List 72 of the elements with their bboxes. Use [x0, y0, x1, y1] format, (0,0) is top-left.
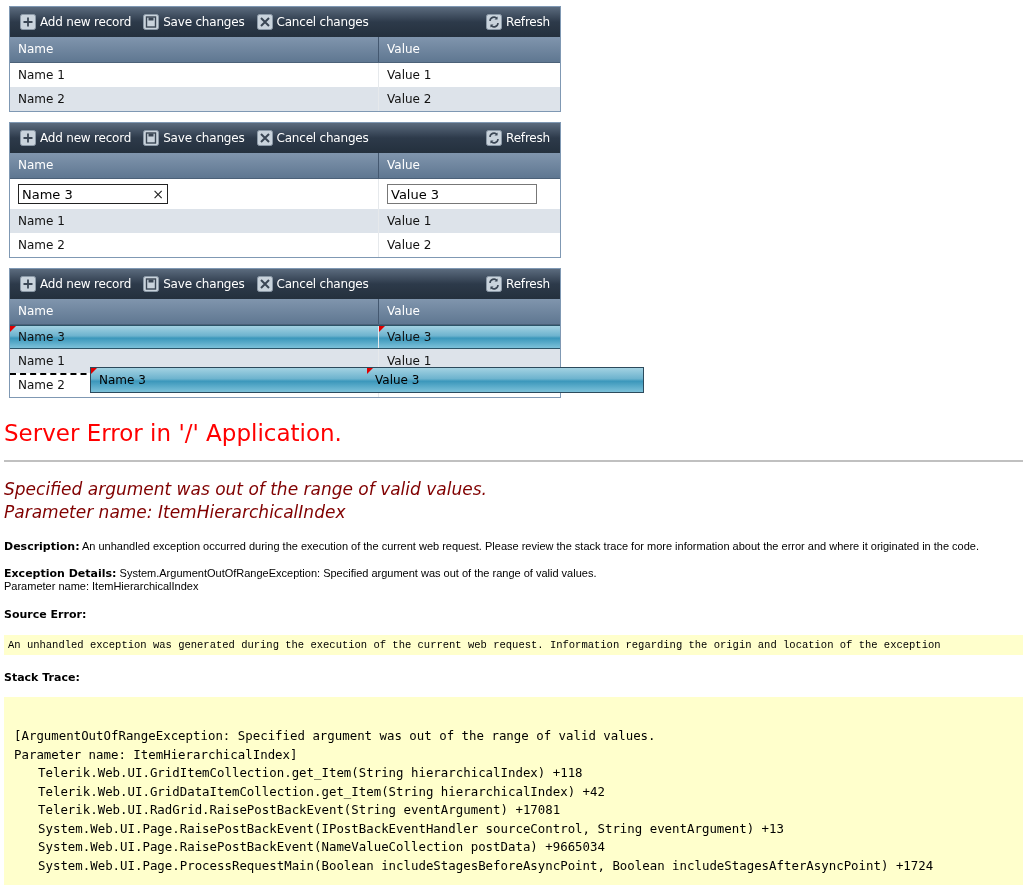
- error-message: Specified argument was out of the range of valid values.: [4, 478, 488, 501]
- edited-corner-icon: [379, 326, 385, 332]
- section-heading: Stack Trace:: [4, 671, 81, 684]
- column-header[interactable]: Name: [10, 299, 379, 324]
- cell-text: Value 2: [387, 238, 432, 252]
- error-message: Parameter name: ItemHierarchicalIndex: [4, 501, 347, 524]
- edited-corner-icon: [10, 326, 16, 332]
- stack-trace-line: Telerik.Web.UI.GridDataItemCollection.get_Item(String hierarchicalIndex) +42: [37, 782, 606, 801]
- plus-icon: [20, 14, 36, 30]
- floppy-disk-icon: [143, 130, 160, 146]
- toolbar-button[interactable]: Add new record: [18, 128, 134, 148]
- cell-text: Value 2: [387, 92, 432, 106]
- cell-text: Value 3: [387, 330, 432, 344]
- stack-trace-line: [ArgumentOutOfRangeException: Specified argument was out of the range of valid values.: [14, 727, 657, 745]
- cell-text: Value 1: [387, 68, 432, 82]
- toolbar-button[interactable]: Save changes: [141, 12, 247, 32]
- refresh-icon: [486, 130, 503, 146]
- toolbar-button[interactable]: Add new record: [18, 12, 134, 32]
- column-header[interactable]: Name: [10, 37, 379, 62]
- stack-trace-line: System.Web.UI.Page.ProcessRequestMain(Boolean includeStagesBeforeAsyncPoint, Boolean includeStagesAfterAsyncPoint) +1724: [37, 856, 935, 875]
- toolbar-button[interactable]: Cancel changes: [254, 12, 371, 32]
- refresh-button[interactable]: Refresh: [484, 12, 552, 32]
- stack-trace-line: System.Web.UI.Page.RaisePostBackEvent(IPostBackEventHandler sourceControl, String eventArgument) +13: [37, 819, 785, 838]
- column-header[interactable]: Value: [379, 153, 560, 178]
- cell-text: Name 2: [18, 92, 65, 106]
- toolbar-button[interactable]: Add new record: [18, 274, 134, 294]
- close-icon: [256, 14, 273, 30]
- description-text: Description: An unhandled exception occurred during the execution of the current web request. Please review the stack trace for more information about the error and where it originated in the code.: [4, 540, 981, 553]
- stack-trace-line: Parameter name: ItemHierarchicalIndex]: [14, 745, 299, 764]
- column-header[interactable]: Name: [10, 153, 379, 178]
- toolbar-button[interactable]: Cancel changes: [254, 274, 371, 294]
- cell-text: Name 1: [18, 354, 65, 368]
- refresh-icon: [486, 14, 503, 30]
- source-error-text: An unhandled exception was generated during the execution of the current web request. Information regarding the origin and location of the exception: [8, 639, 941, 651]
- refresh-icon: [486, 276, 503, 292]
- grid-row[interactable]: Name 2 Value 2: [10, 87, 560, 111]
- exception-details-text: Parameter name: ItemHierarchicalIndex: [4, 580, 200, 592]
- grid-row[interactable]: Name 1 Value 1: [10, 209, 560, 233]
- cell-text: Name 2: [18, 378, 65, 392]
- stack-trace-line: Telerik.Web.UI.GridItemCollection.get_Item(String hierarchicalIndex) +118: [37, 764, 584, 782]
- refresh-button[interactable]: Refresh: [484, 128, 552, 148]
- toolbar-button[interactable]: Save changes: [141, 128, 247, 148]
- toolbar-button[interactable]: Cancel changes: [254, 128, 371, 148]
- edited-corner-icon: [91, 368, 97, 374]
- stack-trace-line: Telerik.Web.UI.RadGrid.RaisePostBackEvent(String eventArgument) +17081: [37, 801, 562, 819]
- plus-icon: [20, 130, 36, 146]
- dragged-row-tooltip[interactable]: Name 3 Value 3: [90, 367, 644, 393]
- close-icon: [256, 276, 273, 292]
- exception-details-text: Exception Details: System.ArgumentOutOfRangeException: Specified argument was out of the range of valid values.: [4, 567, 598, 580]
- selected-row[interactable]: Name 3 Value 3: [10, 325, 560, 349]
- column-header[interactable]: Value: [379, 299, 560, 324]
- input-field[interactable]: Value 3: [387, 184, 537, 204]
- cell-text: Name 3: [18, 330, 65, 344]
- cell-text: Value 3: [375, 373, 420, 387]
- cell-text: Value 1: [387, 354, 432, 368]
- cell-text: Name 3: [99, 373, 146, 387]
- clear-button[interactable]: ×: [152, 186, 164, 202]
- cell-text: Name 2: [18, 238, 65, 252]
- floppy-disk-icon: [143, 14, 160, 30]
- section-heading: Source Error:: [4, 608, 88, 621]
- column-header[interactable]: Value: [379, 37, 560, 62]
- floppy-disk-icon: [143, 276, 160, 292]
- refresh-button[interactable]: Refresh: [484, 274, 552, 294]
- cell-text: Value 1: [387, 214, 432, 228]
- edited-corner-icon: [367, 368, 373, 374]
- plus-icon: [20, 276, 36, 292]
- toolbar-button[interactable]: Save changes: [141, 274, 247, 294]
- cell-text: Name 1: [18, 68, 65, 82]
- error-title: Server Error in '/' Application.: [4, 420, 343, 446]
- cell-text: Name 1: [18, 214, 65, 228]
- stack-trace-line: System.Web.UI.Page.RaisePostBackEvent(NameValueCollection postData) +9665034: [37, 838, 606, 856]
- close-icon: [256, 130, 273, 146]
